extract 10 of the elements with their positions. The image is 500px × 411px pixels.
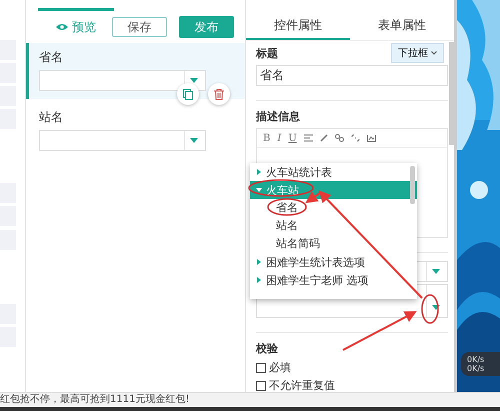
section-title: 标题: [256, 46, 278, 60]
section-title: 描述信息: [256, 109, 301, 124]
field-label: 站名: [39, 109, 64, 126]
checkbox-label: 必填: [269, 360, 291, 375]
network-speed-text: 0K/s: [467, 364, 486, 373]
network-speed-text: 0K/s: [467, 355, 486, 364]
status-text: 红包抢不停，最高可抢到1111元现金红包!: [0, 394, 190, 405]
field-label: 省名: [39, 49, 64, 66]
section-title: 校验: [256, 341, 279, 356]
checkbox-label: 不允许重复值: [269, 378, 335, 393]
